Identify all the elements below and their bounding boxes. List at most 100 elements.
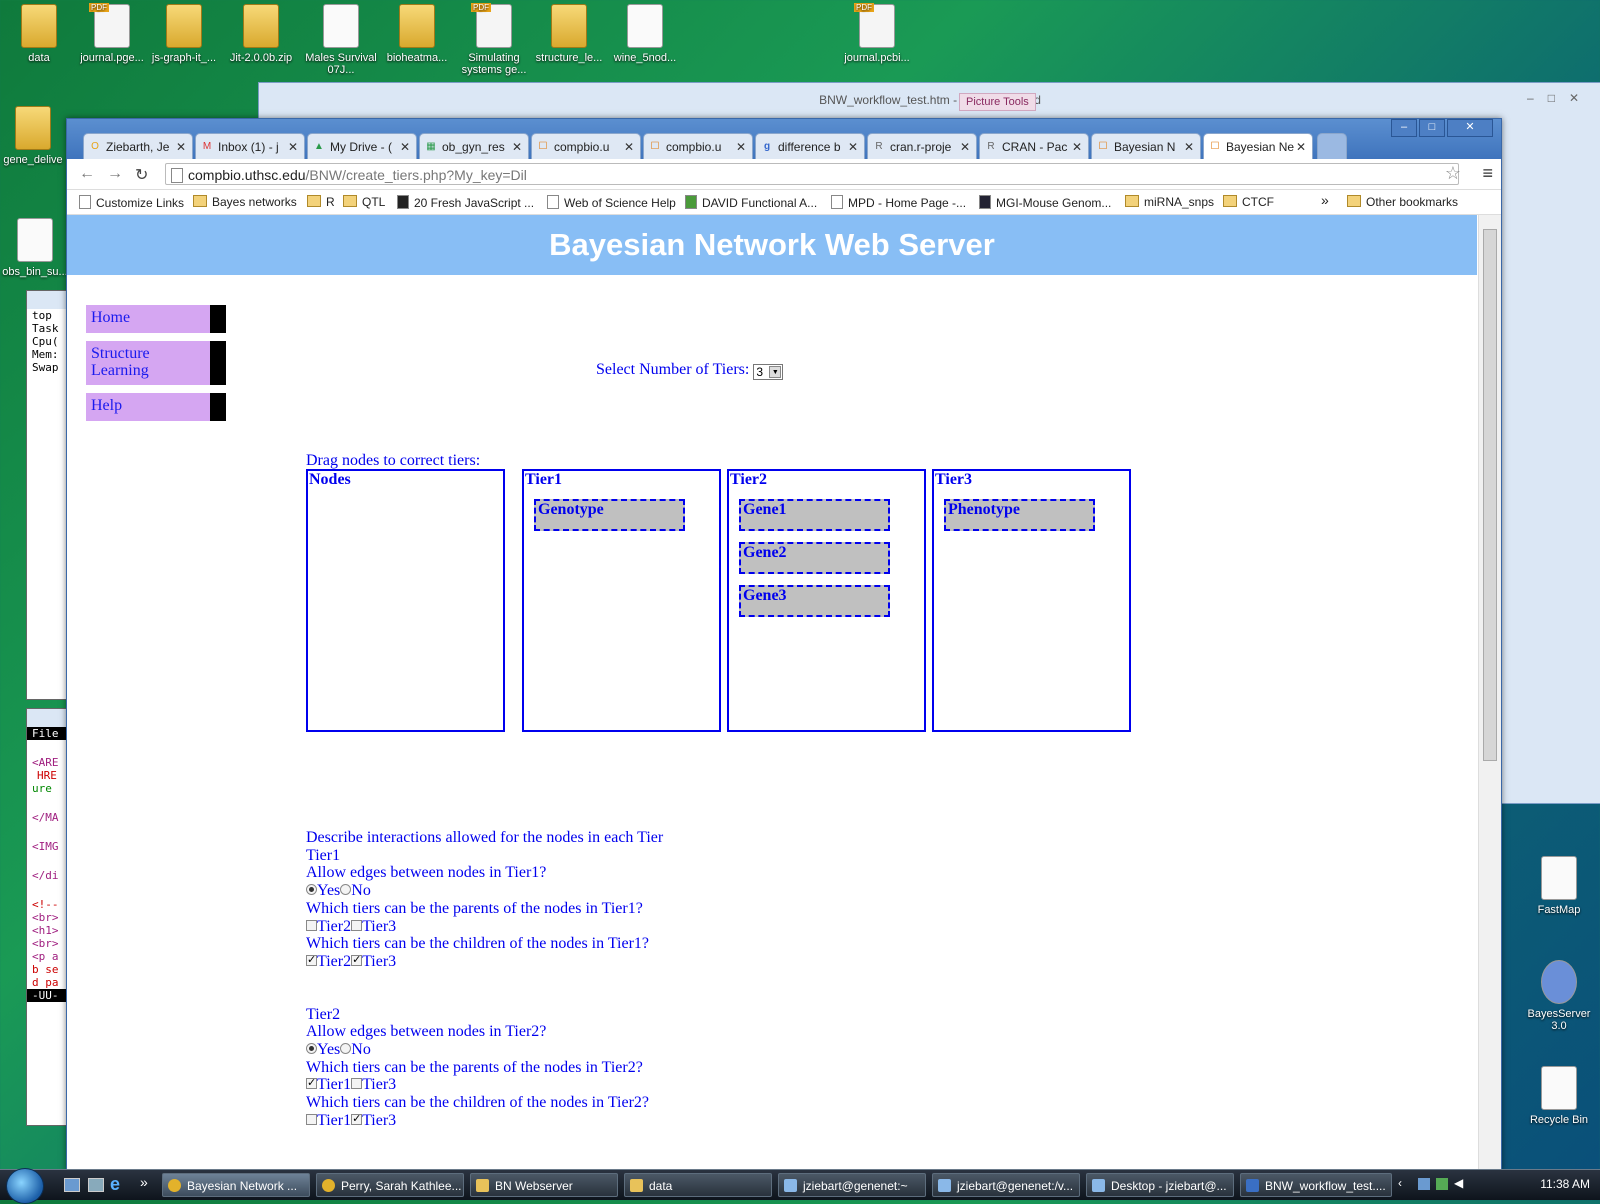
tier1-edges-no-radio[interactable] <box>340 884 352 896</box>
node-gene1[interactable]: Gene1 <box>739 499 890 531</box>
tray-sync-icon[interactable] <box>1436 1178 1448 1190</box>
tier3-column[interactable]: Tier3 Phenotype <box>932 469 1131 732</box>
tab-close-icon[interactable]: ✕ <box>848 134 858 159</box>
desktop-icon-bioheatmap[interactable]: bioheatma... <box>378 4 456 64</box>
tier1-parent-tier2-checkbox[interactable] <box>306 919 317 931</box>
show-desktop-icon[interactable] <box>64 1178 80 1192</box>
tier2-child-tier1-checkbox[interactable] <box>306 1113 317 1125</box>
taskbar-item-word[interactable]: BNW_workflow_test.... <box>1240 1173 1392 1197</box>
bookmark-fresh-javascript[interactable]: 20 Fresh JavaScript ... <box>397 195 534 210</box>
tier2-edges-yes-radio[interactable] <box>306 1043 317 1055</box>
bookmark-web-of-science[interactable]: Web of Science Help <box>547 195 676 210</box>
tray-network-icon[interactable] <box>1418 1178 1430 1190</box>
tab-close-icon[interactable]: ✕ <box>624 134 634 159</box>
tab-close-icon[interactable]: ✕ <box>1296 134 1306 159</box>
tab-close-icon[interactable]: ✕ <box>1072 134 1082 159</box>
bookmark-mgi[interactable]: MGI-Mouse Genom... <box>979 195 1111 210</box>
desktop-icon-journal-pcbi[interactable]: journal.pcbi... <box>838 3 916 64</box>
bookmarks-overflow-chevron[interactable]: » <box>1321 192 1329 208</box>
forward-arrow-icon[interactable]: → <box>107 165 123 183</box>
desktop-icon-data[interactable]: data <box>0 4 78 64</box>
close-window-button[interactable]: ✕ <box>1447 119 1493 137</box>
tab-ob-gyn[interactable]: ▦ ob_gyn_res ✕ <box>419 133 529 159</box>
tab-bayesian-active[interactable]: ☐ Bayesian Ne ✕ <box>1203 133 1313 159</box>
explorer-icon[interactable] <box>88 1178 104 1192</box>
new-tab-button[interactable] <box>1317 133 1347 159</box>
desktop-icon-jit-zip[interactable]: Jit-2.0.0b.zip <box>222 4 300 64</box>
other-bookmarks[interactable]: Other bookmarks <box>1347 195 1458 209</box>
bookmark-david[interactable]: DAVID Functional A... <box>685 195 817 210</box>
tab-close-icon[interactable]: ✕ <box>176 134 186 159</box>
tray-volume-icon[interactable]: ◀ <box>1454 1176 1463 1190</box>
tab-compbio-2[interactable]: ☐ compbio.u ✕ <box>643 133 753 159</box>
taskbar-item-perry[interactable]: Perry, Sarah Kathlee... <box>316 1173 464 1197</box>
desktop-icon-males-survival[interactable]: Males Survival 07J... <box>302 4 380 76</box>
tab-inbox[interactable]: M Inbox (1) - j ✕ <box>195 133 305 159</box>
nav-structure-learning[interactable]: Structure Learning <box>86 341 226 385</box>
desktop-icon-journal-pge[interactable]: journal.pge... <box>73 3 151 64</box>
tab-close-icon[interactable]: ✕ <box>960 134 970 159</box>
tier1-column[interactable]: Tier1 Genotype <box>522 469 721 732</box>
tier1-child-tier3-checkbox[interactable] <box>351 952 363 970</box>
nav-help[interactable]: Help <box>86 393 226 421</box>
node-gene3[interactable]: Gene3 <box>739 585 890 617</box>
tier2-edges-no-radio[interactable] <box>340 1043 352 1055</box>
chrome-window[interactable]: – □ ✕ O Ziebarth, Je ✕ M Inbox (1) - j ✕ ▲ My… <box>66 118 1502 1172</box>
nav-home[interactable]: Home <box>86 305 226 333</box>
node-gene2[interactable]: Gene2 <box>739 542 890 574</box>
tier2-parent-tier3-checkbox[interactable] <box>351 1078 363 1090</box>
bookmark-qtl[interactable]: QTL <box>343 195 385 209</box>
taskbar-item-bn-webserver[interactable]: BN Webserver <box>470 1173 618 1197</box>
back-arrow-icon[interactable]: ← <box>79 165 95 183</box>
tier1-edges-yes-radio[interactable] <box>306 884 317 896</box>
taskbar-item-terminal-2[interactable]: jziebart@genenet:/v... <box>932 1173 1080 1197</box>
quicklaunch-chevron-icon[interactable]: » <box>140 1174 148 1190</box>
maximize-button[interactable]: □ <box>1419 119 1445 137</box>
minimize-button[interactable]: – <box>1391 119 1417 137</box>
scrollbar-thumb[interactable] <box>1483 229 1497 761</box>
word-window-controls[interactable]: –□✕ <box>1527 91 1593 105</box>
tab-cran-packages[interactable]: R CRAN - Pac ✕ <box>979 133 1089 159</box>
address-bar[interactable]: compbio.uthsc.edu/BNW/create_tiers.php?M… <box>165 163 1459 185</box>
tab-cran-r-project[interactable]: Rcran.r-proje ✕ <box>867 133 977 159</box>
bookmark-ctcf[interactable]: CTCF <box>1223 195 1274 209</box>
chrome-menu-icon[interactable]: ≡ <box>1482 163 1493 184</box>
taskbar-item-data[interactable]: data <box>624 1173 772 1197</box>
start-button[interactable] <box>6 1168 44 1204</box>
desktop-icon-structure-le[interactable]: structure_le... <box>530 4 608 64</box>
tab-difference[interactable]: g difference b ✕ <box>755 133 865 159</box>
nodes-column[interactable]: Nodes <box>306 469 505 732</box>
tier-count-select[interactable]: 3 <box>753 364 784 380</box>
desktop-icon-simulating[interactable]: Simulating systems ge... <box>455 3 533 76</box>
tray-chevron-icon[interactable]: ‹ <box>1398 1176 1402 1190</box>
terminal-window-emacs[interactable]: File <ARE HRE ure </MA <IMG </di <!-- <b… <box>26 708 68 1126</box>
desktop-icon-obs-bin[interactable]: obs_bin_su... <box>0 218 74 278</box>
bookmark-bayes-networks[interactable]: Bayes networks <box>193 195 297 209</box>
tier1-parent-tier3-checkbox[interactable] <box>351 919 363 931</box>
taskbar-item-terminal-1[interactable]: jziebart@genenet:~ <box>778 1173 926 1197</box>
tier1-child-tier2-checkbox[interactable] <box>306 952 317 970</box>
tab-compbio-1[interactable]: ☐ compbio.u ✕ <box>531 133 641 159</box>
taskbar-item-desktop[interactable]: Desktop - jziebart@... <box>1086 1173 1234 1197</box>
node-phenotype[interactable]: Phenotype <box>944 499 1095 531</box>
tier2-child-tier3-checkbox[interactable] <box>351 1111 363 1129</box>
node-genotype[interactable]: Genotype <box>534 499 685 531</box>
bookmark-mpd[interactable]: MPD - Home Page -... <box>831 195 966 210</box>
bookmark-r[interactable]: R <box>307 195 335 209</box>
tab-close-icon[interactable]: ✕ <box>736 134 746 159</box>
terminal-window-top[interactable]: top Task Cpu( Mem: Swap <box>26 290 68 700</box>
tab-ziebarth[interactable]: O Ziebarth, Je ✕ <box>83 133 193 159</box>
picture-tools-tab[interactable]: Picture Tools <box>959 93 1036 111</box>
page-scrollbar[interactable] <box>1478 215 1501 1171</box>
tab-close-icon[interactable]: ✕ <box>400 134 410 159</box>
tab-close-icon[interactable]: ✕ <box>1184 134 1194 159</box>
bookmark-customize-links[interactable]: Customize Links <box>79 195 184 210</box>
tab-my-drive[interactable]: ▲ My Drive - (✕ <box>307 133 417 159</box>
desktop-icon-recycle-bin[interactable]: Recycle Bin <box>1520 1066 1598 1126</box>
taskbar-item-chrome[interactable]: Bayesian Network ... <box>162 1173 310 1197</box>
desktop-icon-fastmap[interactable]: FastMap <box>1520 856 1598 916</box>
ie-icon[interactable]: e <box>110 1174 120 1195</box>
tab-bayesian-1[interactable]: ☐ Bayesian N ✕ <box>1091 133 1201 159</box>
desktop-icon-js-graph-it[interactable]: js-graph-it_... <box>145 4 223 64</box>
desktop-icon-bayesserver[interactable]: BayesServer 3.0 <box>1520 960 1598 1032</box>
